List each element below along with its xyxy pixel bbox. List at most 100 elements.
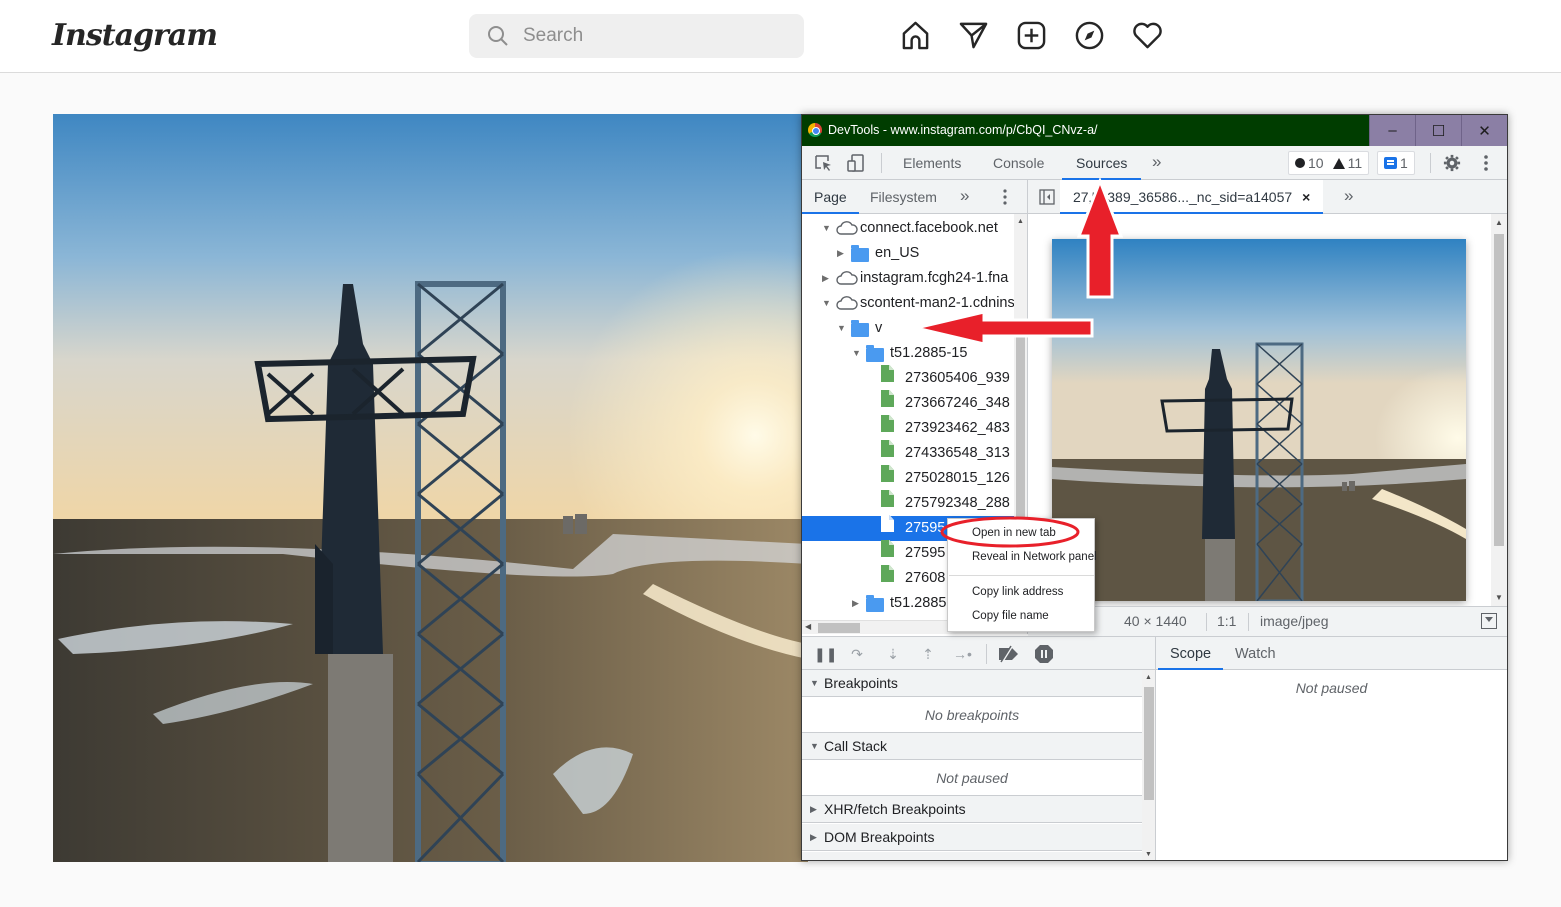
more-options-icon[interactable] <box>1482 154 1490 172</box>
tab-elements[interactable]: Elements <box>889 146 975 180</box>
scrollbar-thumb[interactable] <box>818 623 860 633</box>
tree-item-file[interactable]: 273667246_348 <box>802 390 1014 416</box>
device-toolbar-icon[interactable] <box>846 154 866 172</box>
open-file-tab[interactable]: 27‚50389_36586..._nc_sid=a14057 × <box>1060 180 1324 214</box>
explore-icon[interactable] <box>1074 20 1105 51</box>
section-xhr-fetch-breakpoints[interactable]: ▶ XHR/fetch Breakpoints <box>802 796 1142 823</box>
instagram-header: Instagram <box>0 0 1561 73</box>
direct-message-icon[interactable] <box>958 20 989 51</box>
collapsed-arrow-icon[interactable]: ▶ <box>837 241 844 266</box>
messages-counter[interactable]: 1 <box>1377 151 1415 175</box>
more-navigator-tabs-button[interactable]: » <box>960 186 969 206</box>
image-file-icon <box>881 465 894 482</box>
more-editor-tabs-button[interactable]: » <box>1344 186 1353 206</box>
close-button[interactable]: ✕ <box>1461 115 1507 146</box>
scrollbar-thumb[interactable] <box>1016 334 1025 544</box>
message-count: 1 <box>1400 155 1408 171</box>
editor-tabbar: 27‚50389_36586..._nc_sid=a14057 × » <box>1028 180 1507 214</box>
tab-scope[interactable]: Scope <box>1158 637 1224 671</box>
section-global-listeners[interactable]: ▶ Global Listeners <box>802 852 1142 860</box>
status-divider <box>1248 613 1249 631</box>
new-post-icon[interactable] <box>1016 20 1047 51</box>
tab-sources[interactable]: Sources <box>1062 146 1142 180</box>
tree-item-domain[interactable]: ▼ connect.facebook.net <box>802 216 1014 241</box>
section-call-stack[interactable]: ▼ Call Stack <box>802 733 1142 760</box>
navigator-menu-icon[interactable] <box>1002 189 1008 205</box>
toggle-navigator-icon[interactable] <box>1039 189 1055 205</box>
menu-copy-file-name[interactable]: Copy file name <box>972 606 1049 626</box>
tab-watch[interactable]: Watch <box>1223 637 1288 671</box>
tree-item-domain[interactable]: ▶ instagram.fcgh24-1.fna <box>802 266 1014 291</box>
devtools-titlebar[interactable]: DevTools - www.instagram.com/p/CbQI_CNvz… <box>802 115 1507 146</box>
menu-copy-link-address[interactable]: Copy link address <box>972 582 1063 602</box>
image-file-icon <box>881 390 894 407</box>
navigator-tabbar: Page Filesystem » <box>802 180 1028 214</box>
pause-icon[interactable]: ❚❚ <box>814 645 837 663</box>
image-file-icon <box>881 365 894 382</box>
image-preview[interactable] <box>1052 239 1466 601</box>
step-into-icon[interactable]: ⇣ <box>884 645 902 663</box>
context-menu: Open in new tab Reveal in Network panel … <box>947 518 1097 632</box>
tree-item-folder[interactable]: ▶ en_US <box>802 241 1014 266</box>
expanded-arrow-icon[interactable]: ▼ <box>852 341 861 366</box>
tree-item-file[interactable]: 274336548_313 <box>802 440 1014 466</box>
menu-separator <box>949 575 1094 576</box>
maximize-button[interactable]: ☐ <box>1415 115 1461 146</box>
close-tab-icon[interactable]: × <box>1302 189 1310 205</box>
message-icon <box>1384 157 1397 169</box>
expanded-arrow-icon[interactable]: ▼ <box>837 316 846 341</box>
folder-icon <box>851 320 869 337</box>
step-out-icon[interactable]: ⇡ <box>919 645 937 663</box>
expanded-arrow-icon[interactable]: ▼ <box>822 216 831 241</box>
home-icon[interactable] <box>900 20 931 51</box>
settings-gear-icon[interactable] <box>1442 154 1462 172</box>
tree-item-file[interactable]: 273923462_483 <box>802 415 1014 441</box>
instagram-logo[interactable]: Instagram <box>52 18 218 53</box>
tab-console[interactable]: Console <box>979 146 1058 180</box>
preview-vertical-scrollbar[interactable]: ▲ ▼ <box>1491 214 1507 606</box>
inspect-element-icon[interactable] <box>814 154 834 172</box>
tree-item-domain[interactable]: ▼ scontent-man2-1.cdninstagram <box>802 291 1014 316</box>
toggle-debugger-icon[interactable] <box>1481 613 1497 629</box>
scrollbar-thumb[interactable] <box>1494 234 1504 546</box>
search-box[interactable] <box>469 14 804 58</box>
section-dom-breakpoints[interactable]: ▶ DOM Breakpoints <box>802 824 1142 851</box>
tree-item-folder[interactable]: ▼ t51.2885-15 <box>802 341 1014 366</box>
issues-counter[interactable]: 10 11 <box>1288 151 1370 175</box>
collapsed-arrow-icon[interactable]: ▶ <box>852 591 859 616</box>
section-title: Breakpoints <box>824 675 898 691</box>
image-file-icon <box>881 440 894 457</box>
tree-item-file[interactable]: 275792348_288 <box>802 490 1014 516</box>
image-file-icon <box>881 515 894 532</box>
image-file-icon <box>881 540 894 557</box>
section-body: Not paused <box>802 761 1142 796</box>
devtools-toolbar: Elements Console Sources » 10 11 1 <box>802 146 1507 180</box>
tree-item-label: t51.2885 <box>890 595 947 611</box>
menu-open-in-new-tab[interactable]: Open in new tab <box>972 523 1056 543</box>
search-input[interactable] <box>523 22 783 50</box>
tree-item-label: 275792348_288 <box>905 495 1010 511</box>
debugger-scrollbar[interactable]: ▲ ▼ <box>1142 670 1156 860</box>
collapsed-arrow-icon: ▶ <box>810 804 817 814</box>
more-tabs-button[interactable]: » <box>1152 152 1161 172</box>
tab-filesystem[interactable]: Filesystem <box>858 180 949 214</box>
minimize-button[interactable]: – <box>1369 115 1415 146</box>
post-photo[interactable] <box>53 114 808 862</box>
step-over-icon[interactable]: ↷ <box>848 645 866 663</box>
pause-on-exceptions-icon[interactable] <box>1034 644 1054 664</box>
deactivate-breakpoints-icon[interactable] <box>997 645 1019 663</box>
tree-item-label: 27595 <box>905 545 946 561</box>
tree-item-label: 27595 <box>905 520 946 536</box>
activity-heart-icon[interactable] <box>1132 20 1163 51</box>
tree-item-folder[interactable]: ▼ v <box>802 316 1014 341</box>
expanded-arrow-icon[interactable]: ▼ <box>822 291 831 316</box>
section-breakpoints[interactable]: ▼ Breakpoints <box>802 670 1142 697</box>
menu-reveal-in-network-panel[interactable]: Reveal in Network panel <box>972 547 1097 567</box>
tree-item-file[interactable]: 273605406_939 <box>802 365 1014 391</box>
tab-page[interactable]: Page <box>802 180 859 214</box>
step-icon[interactable]: →• <box>953 645 972 663</box>
scrollbar-thumb[interactable] <box>1144 687 1154 800</box>
toolbar-divider <box>1430 153 1431 173</box>
tree-item-file[interactable]: 275028015_126 <box>802 465 1014 491</box>
collapsed-arrow-icon[interactable]: ▶ <box>822 266 829 291</box>
